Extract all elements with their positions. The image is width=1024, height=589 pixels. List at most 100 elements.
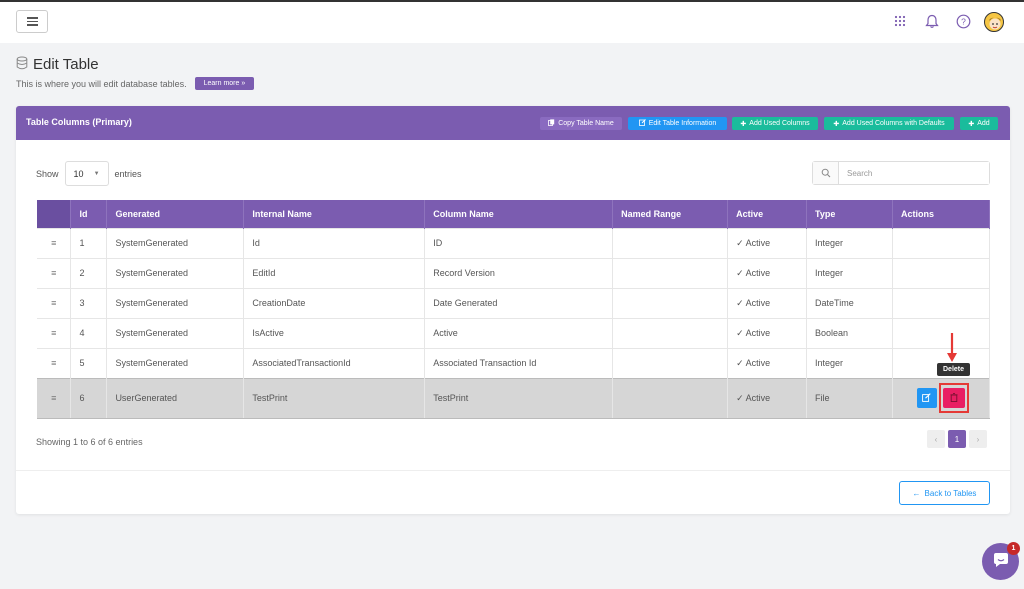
back-to-tables-button[interactable]: ← Back to Tables xyxy=(899,481,990,505)
cell-id: 2 xyxy=(70,257,108,288)
user-avatar[interactable] xyxy=(984,12,1004,32)
delete-row-button[interactable] xyxy=(942,387,965,408)
cell-internal-name: IsActive xyxy=(243,317,426,348)
menu-icon xyxy=(26,17,38,19)
entries-control: Show 10 ▼ entries xyxy=(36,161,142,186)
bell-icon[interactable] xyxy=(924,13,940,29)
cell-id: 1 xyxy=(70,227,108,258)
cell-generated: SystemGenerated xyxy=(106,257,245,288)
drag-handle-icon[interactable]: ≡ xyxy=(37,377,72,419)
annotation-arrow xyxy=(945,332,959,367)
page-subtitle: This is where you will edit database tab… xyxy=(16,78,187,89)
cell-id: 6 xyxy=(70,377,108,419)
cell-type: Integer xyxy=(806,227,893,258)
show-label: Show xyxy=(36,168,59,179)
copy-table-name-button[interactable]: Copy Table Name xyxy=(540,117,622,130)
menu-toggle-button[interactable] xyxy=(16,10,48,33)
arrow-left-icon: ← xyxy=(912,488,921,498)
cell-active: ✓ Active xyxy=(727,227,808,258)
entries-label: entries xyxy=(114,168,142,179)
columns-table: Id Generated Internal Name Column Name N… xyxy=(37,200,991,419)
page-header: Edit Table This is where you will edit d… xyxy=(16,56,255,90)
add-used-columns-defaults-button[interactable]: ✚ Add Used Columns with Defaults xyxy=(824,117,954,130)
table-row-selected[interactable]: ≡ 6 UserGenerated TestPrint TestPrint ✓ … xyxy=(37,377,991,419)
table-row[interactable]: ≡ 2 SystemGenerated EditId Record Versio… xyxy=(37,257,991,288)
delete-highlight-frame xyxy=(938,382,969,413)
page-title: Edit Table xyxy=(33,56,99,73)
cell-internal-name: TestPrint xyxy=(243,377,426,419)
entries-per-page-select[interactable]: 10 ▼ xyxy=(64,161,109,186)
cell-type: Boolean xyxy=(806,317,893,348)
cell-id: 5 xyxy=(70,347,108,378)
pagination: ‹ 1 › xyxy=(927,430,987,448)
cell-internal-name: Id xyxy=(243,227,426,258)
cell-active: ✓ Active xyxy=(727,317,808,348)
col-header-generated[interactable]: Generated xyxy=(106,200,245,228)
table-row[interactable]: ≡ 1 SystemGenerated Id ID ✓ Active Integ… xyxy=(37,227,991,258)
cell-named-range xyxy=(612,317,729,348)
cell-internal-name: CreationDate xyxy=(243,287,426,318)
caret-down-icon: ▼ xyxy=(93,170,100,177)
cell-generated: UserGenerated xyxy=(106,377,245,419)
cell-named-range xyxy=(612,227,729,258)
search-icon xyxy=(813,162,839,184)
cell-actions xyxy=(892,317,991,348)
prev-page-button[interactable]: ‹ xyxy=(927,430,945,448)
help-icon[interactable]: ? xyxy=(955,13,971,29)
cell-named-range xyxy=(612,347,729,378)
add-used-columns-button[interactable]: ✚ Add Used Columns xyxy=(732,117,818,130)
col-header-column-name[interactable]: Column Name xyxy=(424,200,614,228)
col-header-actions: Actions xyxy=(892,200,991,228)
copy-icon xyxy=(548,119,555,128)
edit-table-information-button[interactable]: Edit Table Information xyxy=(628,117,727,130)
cell-column-name: Date Generated xyxy=(424,287,614,318)
cell-column-name: Record Version xyxy=(424,257,614,288)
drag-handle-icon[interactable]: ≡ xyxy=(37,287,72,318)
search-box xyxy=(812,161,990,185)
cell-internal-name: AssociatedTransactionId xyxy=(243,347,426,378)
add-column-button[interactable]: ✚ Add xyxy=(960,117,998,130)
table-row[interactable]: ≡ 4 SystemGenerated IsActive Active ✓ Ac… xyxy=(37,317,991,348)
cell-actions xyxy=(892,287,991,318)
plus-icon: ✚ xyxy=(968,120,975,128)
cell-actions xyxy=(892,227,991,258)
card-header: Table Columns (Primary) Copy Table Name … xyxy=(16,106,1010,140)
cell-active: ✓ Active xyxy=(727,347,808,378)
cell-generated: SystemGenerated xyxy=(106,287,245,318)
drag-handle-icon[interactable]: ≡ xyxy=(37,347,72,378)
edit-icon xyxy=(638,119,646,128)
plus-icon: ✚ xyxy=(740,120,747,128)
cell-type: Integer xyxy=(806,257,893,288)
drag-handle-icon[interactable]: ≡ xyxy=(37,227,72,258)
edit-icon xyxy=(922,390,932,405)
trash-icon xyxy=(950,390,958,405)
cell-active: ✓ Active xyxy=(727,287,808,318)
table-columns-card: Table Columns (Primary) Copy Table Name … xyxy=(16,106,1010,514)
cell-actions xyxy=(892,257,991,288)
cell-column-name: ID xyxy=(424,227,614,258)
card-footer-divider xyxy=(16,470,1010,471)
next-page-button[interactable]: › xyxy=(969,430,987,448)
edit-row-button[interactable] xyxy=(916,387,937,408)
drag-handle-icon[interactable]: ≡ xyxy=(37,317,72,348)
search-input[interactable] xyxy=(839,162,989,184)
table-row[interactable]: ≡ 5 SystemGenerated AssociatedTransactio… xyxy=(37,347,991,378)
cell-generated: SystemGenerated xyxy=(106,347,245,378)
table-row[interactable]: ≡ 3 SystemGenerated CreationDate Date Ge… xyxy=(37,287,991,318)
learn-more-button[interactable]: Learn more » xyxy=(194,77,255,90)
cell-type: DateTime xyxy=(806,287,893,318)
cell-column-name: Associated Transaction Id xyxy=(424,347,614,378)
page-button-current[interactable]: 1 xyxy=(948,430,966,448)
col-header-named-range[interactable]: Named Range xyxy=(612,200,729,228)
cell-actions xyxy=(892,377,991,419)
col-header-active[interactable]: Active xyxy=(727,200,808,228)
col-header-type[interactable]: Type xyxy=(806,200,893,228)
card-title: Table Columns (Primary) xyxy=(26,117,132,127)
col-header-internal-name[interactable]: Internal Name xyxy=(243,200,426,228)
top-navbar: ? xyxy=(0,0,1024,43)
col-header-id[interactable]: Id xyxy=(70,200,108,228)
database-icon xyxy=(16,56,28,73)
drag-handle-icon[interactable]: ≡ xyxy=(37,257,72,288)
apps-grid-icon[interactable] xyxy=(892,13,908,29)
plus-icon: ✚ xyxy=(833,120,840,128)
